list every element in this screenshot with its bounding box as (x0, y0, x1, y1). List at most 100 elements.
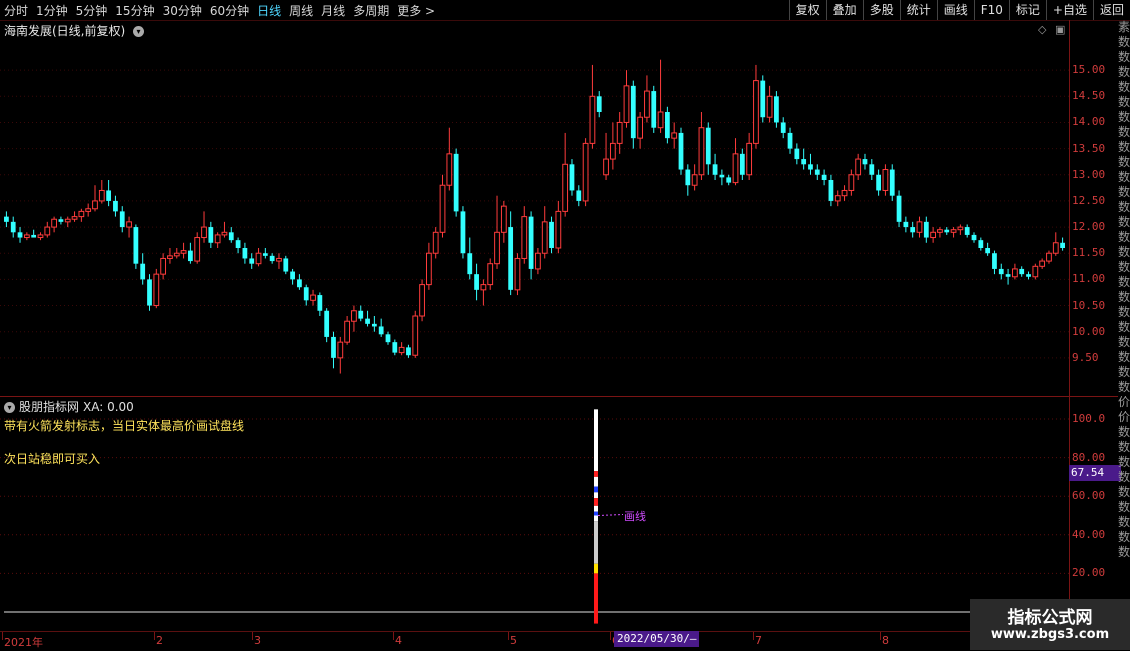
candle (160, 253, 167, 280)
candle (964, 224, 970, 238)
candle (4, 211, 9, 228)
diamond-icon[interactable]: ◇ (1038, 23, 1046, 36)
candle (1039, 258, 1046, 269)
candle (283, 255, 289, 275)
candle (460, 206, 466, 259)
date-tick-mark (880, 632, 881, 640)
candle (133, 224, 139, 269)
period-tab[interactable]: 更多 > (397, 2, 435, 19)
date-tick: 2 (156, 634, 163, 647)
candle (337, 336, 344, 374)
date-tick: 8 (882, 634, 889, 647)
candle (412, 310, 419, 358)
price-tick: 11.00 (1072, 272, 1106, 286)
candle (616, 112, 623, 154)
candle (651, 85, 657, 133)
candle (671, 122, 678, 149)
candle (180, 242, 187, 259)
candle (344, 316, 350, 345)
period-tab[interactable]: 分时 (4, 2, 28, 19)
period-tabs: 分时 1分钟 5分钟 15分钟 30分钟 60分钟 日线 周线 月线 多周期 更多 > (4, 0, 443, 20)
indicator-bar-segment (594, 486, 598, 493)
candle (140, 253, 146, 285)
toolbar-button[interactable]: 返回 (1092, 0, 1130, 20)
period-tab[interactable]: 60分钟 (210, 2, 249, 19)
candle (269, 253, 275, 264)
candle (549, 216, 554, 254)
toolbar-button[interactable]: +自选 (1045, 0, 1093, 20)
candle (85, 203, 92, 217)
candle (774, 91, 779, 128)
candle (1026, 271, 1031, 280)
date-tick: 2021年 (4, 636, 43, 649)
candle (487, 258, 494, 290)
period-tab[interactable]: 周线 (289, 2, 313, 19)
candle (971, 232, 977, 243)
candle (930, 227, 937, 243)
toolbar-button[interactable]: F10 (973, 0, 1009, 20)
period-tab[interactable]: 15分钟 (115, 2, 154, 19)
candle (828, 174, 834, 207)
candle (92, 185, 98, 212)
date-tick: 7 (755, 634, 762, 647)
candle (262, 248, 268, 259)
period-tab[interactable]: 月线 (321, 2, 345, 19)
period-tab[interactable]: 5分钟 (76, 2, 108, 19)
side-label: 数 (1118, 275, 1130, 289)
candle (637, 112, 644, 149)
side-label: 数 (1118, 440, 1130, 454)
indicator-chart[interactable] (0, 397, 1069, 631)
candle (242, 242, 248, 264)
candle (194, 232, 201, 264)
period-tab[interactable]: 日线 (257, 2, 281, 19)
candle (821, 169, 827, 186)
right-side-panel[interactable]: 素数数数数数数数数数数数数数数数数数数数数数数数数价价数数数数数数数数数 (1118, 20, 1130, 631)
toolbar-button[interactable]: 复权 (788, 0, 826, 20)
candle (1032, 263, 1039, 280)
candlestick-chart[interactable] (0, 38, 1118, 396)
indicator-bar-segment (594, 492, 598, 499)
chevron-down-icon[interactable]: ▾ (133, 26, 145, 37)
candle (985, 242, 991, 256)
side-label: 数 (1118, 290, 1130, 304)
axis-divider (1069, 20, 1070, 631)
candle (453, 148, 459, 217)
candle (644, 75, 650, 123)
toolbar-button[interactable]: 统计 (899, 0, 937, 20)
candle (780, 117, 786, 139)
period-tab[interactable]: 多周期 (353, 2, 389, 19)
candle (446, 127, 453, 191)
side-label: 数 (1118, 80, 1130, 94)
candle (208, 221, 214, 248)
period-tab[interactable]: 30分钟 (163, 2, 202, 19)
candle (801, 148, 807, 170)
candle (910, 221, 916, 238)
side-label: 数 (1118, 350, 1130, 364)
candle (310, 289, 316, 306)
indicator-tick: 80.00 (1072, 450, 1106, 464)
candle (882, 164, 889, 196)
indicator-tick: 60.00 (1072, 489, 1106, 503)
price-tick: 10.00 (1072, 324, 1106, 338)
candle (439, 174, 446, 238)
side-label: 数 (1118, 65, 1130, 79)
candle (385, 331, 391, 345)
price-tick: 14.50 (1072, 89, 1106, 103)
toolbar-button[interactable]: 叠加 (825, 0, 863, 20)
toolbar-button[interactable]: 多股 (862, 0, 900, 20)
side-label: 数 (1118, 470, 1130, 484)
side-label: 数 (1118, 125, 1130, 139)
indicator-bar-segment (594, 511, 598, 516)
candle (664, 106, 670, 144)
toolbar-button[interactable]: 标记 (1008, 0, 1046, 20)
side-label: 数 (1118, 215, 1130, 229)
price-tick: 11.50 (1072, 246, 1106, 260)
candle (992, 250, 997, 275)
price-tick: 10.50 (1072, 298, 1106, 312)
side-label: 数 (1118, 425, 1130, 439)
candle (58, 216, 64, 225)
candle (746, 132, 753, 180)
toolbar-button[interactable]: 画线 (936, 0, 974, 20)
period-tab[interactable]: 1分钟 (36, 2, 68, 19)
panel-toggle-icon[interactable]: ▣ (1055, 23, 1065, 36)
